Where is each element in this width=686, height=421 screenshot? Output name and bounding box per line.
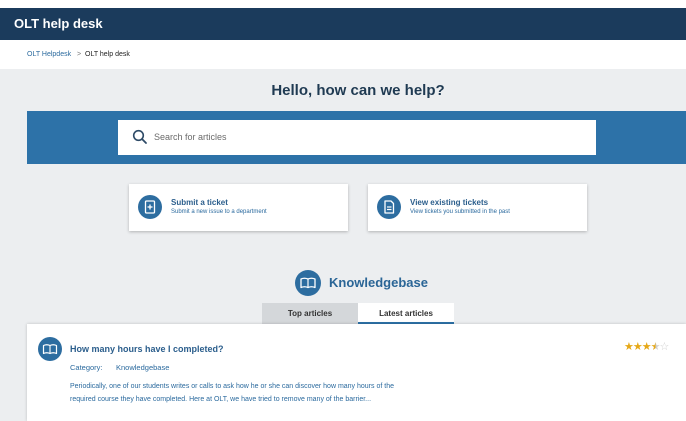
star-icon: ★ (641, 341, 652, 353)
app-header: OLT help desk (0, 8, 686, 40)
star-icon: ☆ (659, 341, 670, 353)
breadcrumb-current: OLT help desk (85, 51, 130, 58)
star-icon: ★ (624, 341, 634, 353)
view-tickets-description: View tickets you submitted in the past (410, 209, 510, 215)
search-box[interactable] (118, 120, 596, 155)
article-excerpt-line-1: Periodically, one of our students writes… (70, 383, 394, 390)
view-tickets-title: View existing tickets (410, 198, 489, 207)
tab-latest-articles[interactable]: Latest articles (358, 303, 454, 324)
article-title[interactable]: How many hours have I completed? (70, 344, 224, 354)
knowledgebase-title: Knowledgebase (329, 275, 428, 290)
breadcrumb-separator: > (77, 51, 82, 58)
article-card[interactable]: How many hours have I completed? ★★★★☆ C… (27, 324, 686, 421)
search-icon (132, 129, 147, 144)
article-excerpt: Periodically, one of our students writes… (70, 380, 500, 406)
tab-top-articles[interactable]: Top articles (262, 303, 358, 324)
breadcrumb: OLT Helpdesk > OLT help desk (0, 40, 686, 69)
article-rating: ★★★★☆ (624, 340, 670, 353)
app-title[interactable]: OLT help desk (14, 16, 103, 31)
submit-ticket-card[interactable]: Submit a ticket Submit a new issue to a … (129, 184, 348, 231)
breadcrumb-link-helpdesk[interactable]: OLT Helpdesk (27, 51, 71, 58)
search-input[interactable] (154, 128, 574, 146)
open-book-icon (38, 337, 62, 361)
top-strip (0, 0, 686, 8)
submit-ticket-title: Submit a ticket (171, 198, 228, 207)
submit-ticket-description: Submit a new issue to a department (171, 209, 267, 215)
hero-title: Hello, how can we help? (271, 82, 445, 99)
article-excerpt-line-2: required course they have completed. Her… (70, 396, 372, 403)
document-icon (377, 195, 401, 219)
view-tickets-card[interactable]: View existing tickets View tickets you s… (368, 184, 587, 231)
article-category-label: Category: (70, 363, 103, 372)
ticket-add-icon (138, 195, 162, 219)
star-icon: ★ (650, 341, 661, 353)
article-category[interactable]: Knowledgebase (116, 363, 169, 372)
star-icon: ★ (632, 341, 643, 353)
open-book-icon (295, 270, 321, 296)
